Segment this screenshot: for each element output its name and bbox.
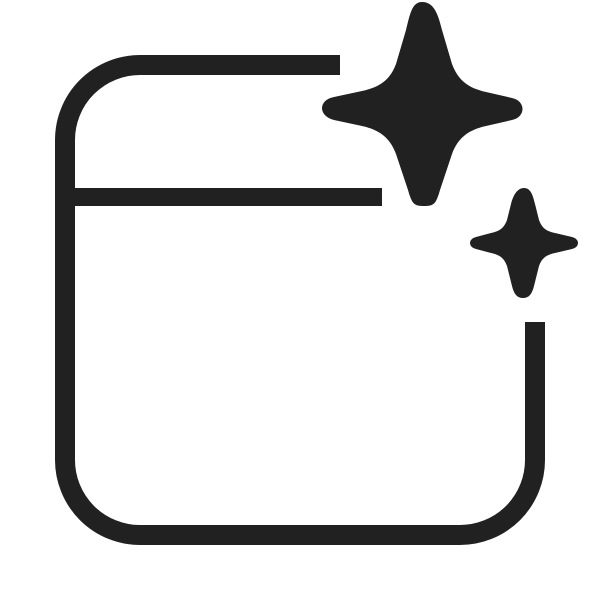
large-sparkle-icon <box>322 2 523 206</box>
icon-canvas <box>0 0 600 600</box>
small-sparkle-icon <box>470 188 578 298</box>
window-sparkle-icon <box>55 2 578 545</box>
